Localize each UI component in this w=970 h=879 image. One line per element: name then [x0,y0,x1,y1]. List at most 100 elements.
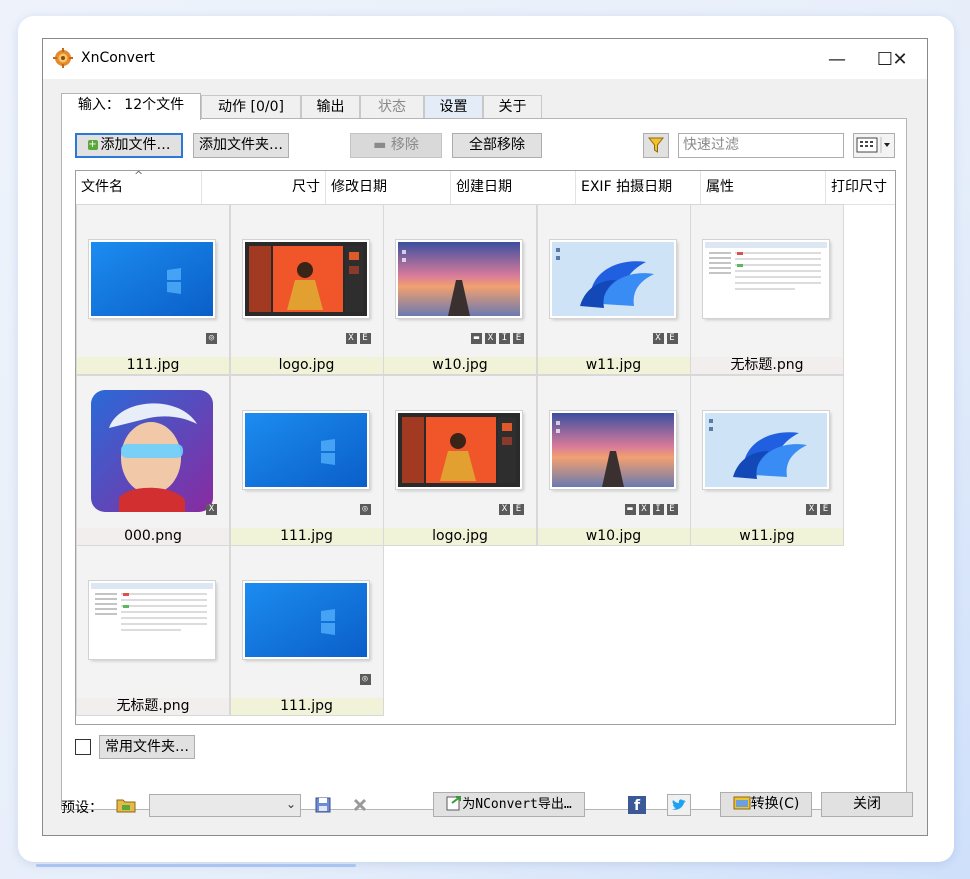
metadata-badge-icon: ◎ [359,503,371,515]
file-list[interactable]: 文件名 ^ 尺寸 修改日期 创建日期 EXIF 拍摄日期 属性 打印尺寸 ◎ 111… [75,170,896,725]
metadata-badge-icon: X [206,503,217,515]
column-modified[interactable]: 修改日期 [326,171,451,204]
metadata-badges: ▬ X I E [624,503,678,515]
column-filename[interactable]: 文件名 ^ [76,171,202,204]
metadata-badges: ◎ [206,333,217,344]
metadata-badge-icon: X [345,333,357,344]
app-title: XnConvert [81,50,155,66]
metadata-badges: ▬ X I E [471,333,524,344]
file-thumbnail-tile[interactable]: ▬ X I E w10.jpg [383,204,537,375]
export-icon [446,796,462,811]
facebook-icon: f [628,796,646,814]
remove-all-button[interactable]: 全部移除 [452,133,542,158]
add-files-label: 添加文件… [100,137,171,153]
metadata-badge-icon: I [499,333,510,344]
sort-asc-icon: ^ [134,171,144,182]
file-name: 111.jpg [77,357,229,374]
file-name: logo.jpg [230,357,383,374]
add-folder-button[interactable]: 添加文件夹… [193,133,289,158]
file-thumbnail-tile[interactable]: X E logo.jpg [229,204,384,375]
thumbnail-image [396,240,522,318]
thumbnail-image [89,581,215,659]
file-name: w11.jpg [537,357,690,374]
column-header: 文件名 ^ 尺寸 修改日期 创建日期 EXIF 拍摄日期 属性 打印尺寸 [76,171,895,205]
save-preset-button[interactable] [313,795,333,815]
xnconvert-window: XnConvert — ☐ ✕ 输入： 12个文件 动作 [0/0] 输出 状态… [42,38,928,836]
file-thumbnail-tile[interactable]: 无标题.png [76,545,230,716]
metadata-badge-icon: X [806,503,817,515]
twitter-icon [672,799,686,810]
quick-filter-input[interactable]: 快速过滤 [678,133,844,158]
chevron-down-icon: ⌄ [285,797,296,811]
twitter-button[interactable] [667,794,691,816]
file-thumbnail-tile[interactable]: X Ew11.jpg [536,204,691,375]
thumbnail-image [242,410,369,489]
filter-options-button[interactable] [643,133,669,158]
column-attributes[interactable]: 属性 [701,171,826,204]
favorites-checkbox[interactable] [75,739,91,755]
facebook-button[interactable]: f [627,795,647,815]
file-name: 111.jpg [230,698,383,715]
add-files-button[interactable]: + 添加文件… [75,133,183,158]
thumbnail-image [549,240,676,318]
file-name: w10.jpg [537,527,690,545]
file-thumbnail-tile[interactable]: ◎ 111.jpg [229,374,384,546]
file-thumbnail-tile[interactable]: ▬ X I Ew10.jpg [536,374,691,546]
file-name: logo.jpg [384,527,536,545]
save-icon [315,797,331,813]
metadata-badge-icon: ▬ [624,503,636,515]
metadata-badges: XE [499,503,524,515]
metadata-badge-icon: E [666,503,678,515]
thumbnail-image [703,410,829,489]
tab-output[interactable]: 输出 [301,95,360,118]
funnel-icon [647,137,665,153]
file-thumbnail-tile[interactable]: ◎ 111.jpg [76,204,230,375]
file-thumbnail-tile[interactable]: 无标题.png [690,204,844,375]
thumbnail-image [89,388,215,514]
file-thumbnail-tile[interactable]: X Ew11.jpg [690,374,844,546]
convert-icon [733,796,751,810]
metadata-badges: XE [806,503,831,515]
minimize-button[interactable]: — [813,39,861,79]
thumbnail-image [396,410,522,489]
thumbnail-image [89,240,215,318]
tab-status: 状态 [360,95,424,118]
metadata-badges: XE [652,333,678,344]
file-thumbnail-tile[interactable]: X 000.png [76,374,230,546]
metadata-badge-icon: I [652,503,664,515]
file-thumbnail-tile[interactable]: X E logo.jpg [383,374,537,546]
view-mode-button[interactable] [853,133,895,158]
file-name: w10.jpg [384,357,536,374]
convert-button[interactable]: 转换(C) [720,792,812,817]
thumbnail-image [549,410,676,489]
column-print-size[interactable]: 打印尺寸 [826,171,895,204]
metadata-badge-icon: X [652,333,664,344]
metadata-badge-icon: X [499,503,510,515]
remove-label: 移除 [390,137,419,153]
tab-about[interactable]: 关于 [483,95,542,118]
metadata-badges: XE [345,333,371,344]
metadata-badge-icon: X [638,503,650,515]
metadata-badge-icon: ◎ [359,674,371,685]
column-exif-date[interactable]: EXIF 拍摄日期 [576,171,701,204]
minus-icon: ▬ [373,137,391,153]
tab-input[interactable]: 输入： 12个文件 [61,93,201,120]
preset-select[interactable]: ⌄ [149,794,301,817]
convert-label: 转换(C) [750,796,800,812]
preset-folder-button[interactable] [116,795,136,815]
metadata-badges: X [206,503,217,515]
tab-settings[interactable]: 设置 [424,95,483,118]
metadata-badge-icon: ◎ [206,333,217,344]
close-button[interactable]: 关闭 [821,792,913,817]
export-nconvert-button[interactable]: 为NConvert导出… [433,792,585,817]
plus-icon: + [87,139,98,150]
favorites-folder-button[interactable]: 常用文件夹… [99,735,195,759]
column-size[interactable]: 尺寸 [202,171,326,204]
close-window-button[interactable]: ✕ [876,39,924,79]
column-created[interactable]: 创建日期 [451,171,576,204]
file-name: 无标题.png [691,357,843,374]
file-thumbnail-tile[interactable]: ◎ 111.jpg [229,545,384,716]
metadata-badge-icon: E [666,333,678,344]
file-name: 000.png [77,527,229,545]
tab-actions[interactable]: 动作 [0/0] [201,95,301,118]
